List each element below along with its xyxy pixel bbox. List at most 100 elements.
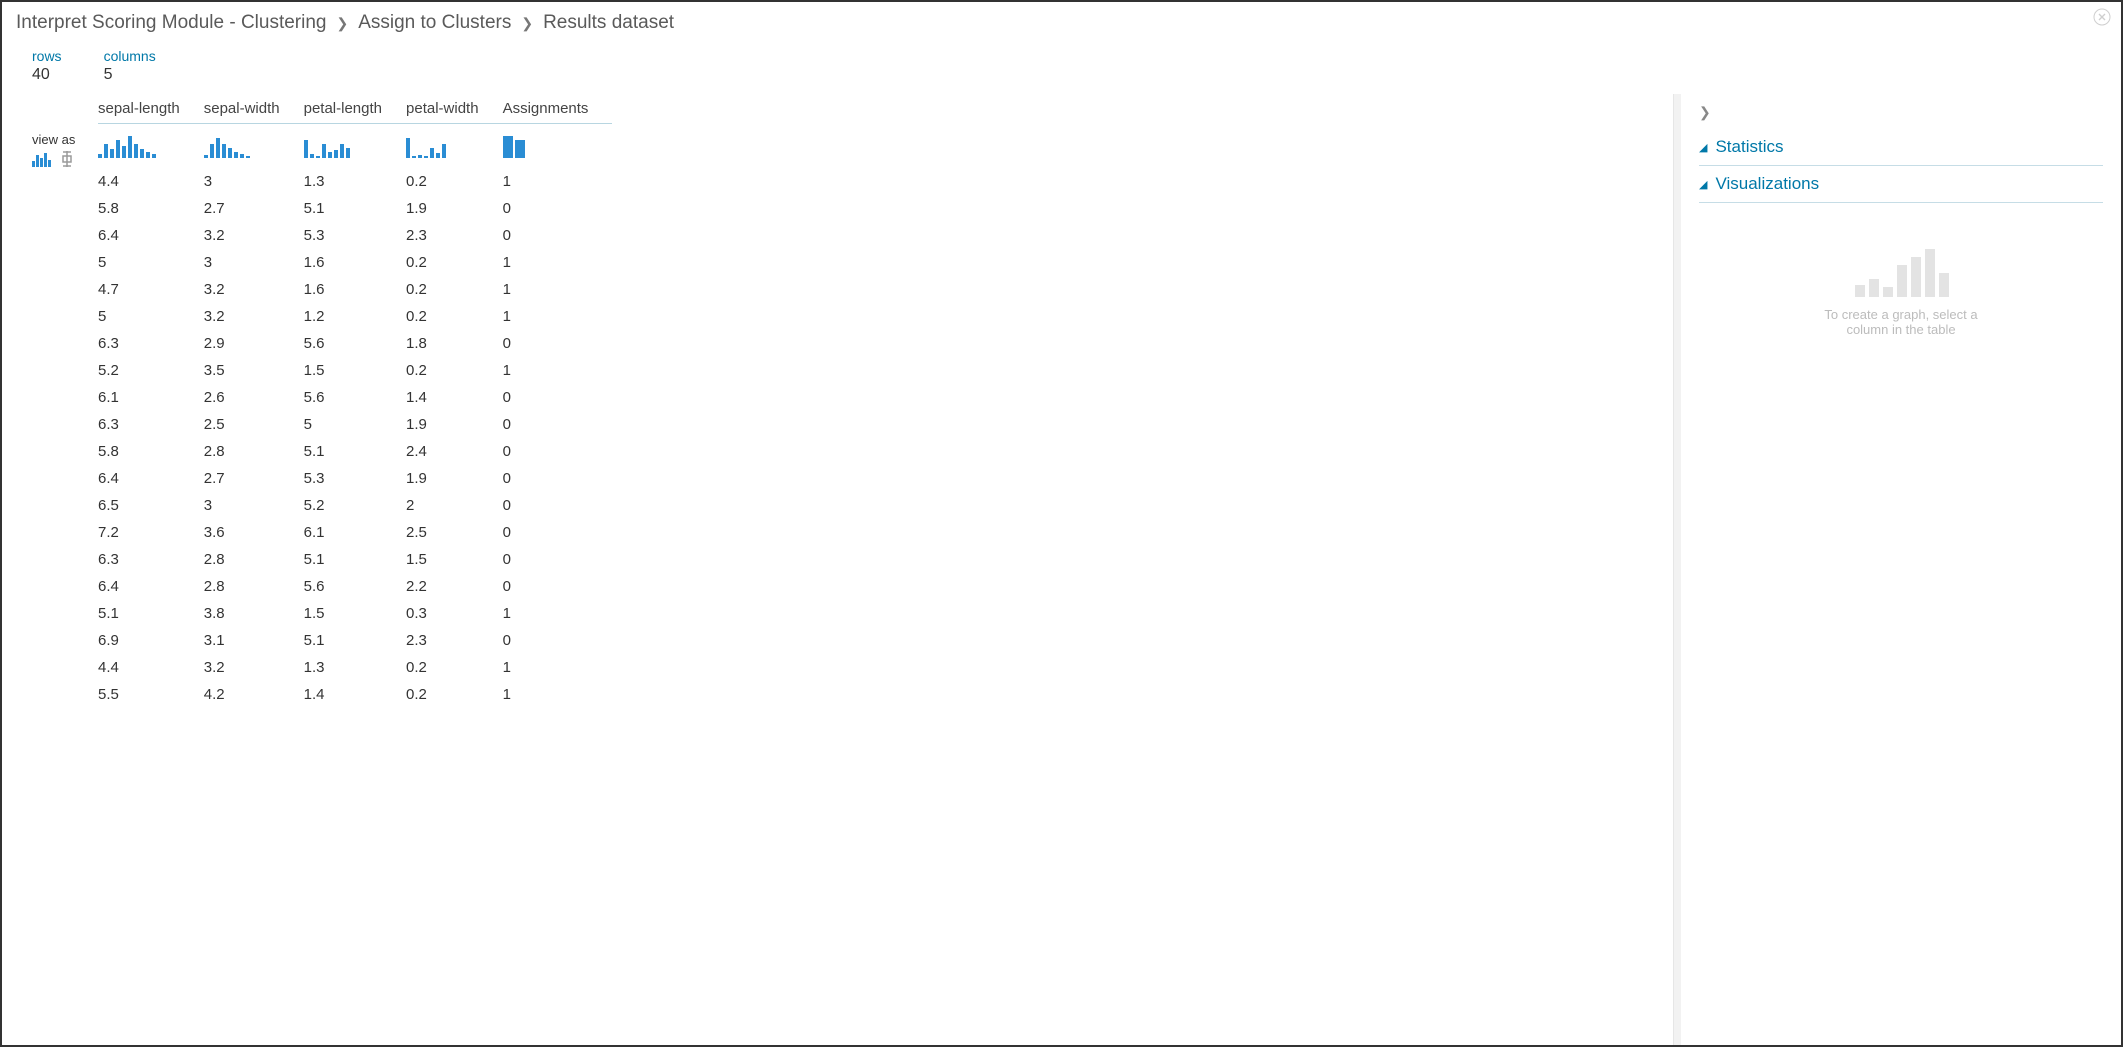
pane-divider[interactable] [1673, 94, 1681, 1045]
rows-value: 40 [32, 66, 62, 84]
column-sparkline[interactable] [503, 124, 613, 169]
table-cell: 1.4 [304, 681, 406, 708]
close-icon [2093, 8, 2111, 26]
breadcrumb-item[interactable]: Interpret Scoring Module - Clustering [16, 12, 326, 34]
table-cell: 5.1 [304, 546, 406, 573]
table-cell: 3.2 [204, 303, 304, 330]
table-row[interactable]: 5.23.51.50.21 [98, 357, 612, 384]
view-histogram-button[interactable] [32, 151, 54, 167]
table-cell: 3.6 [204, 519, 304, 546]
table-cell: 6.1 [98, 384, 204, 411]
column-header[interactable]: petal-length [304, 94, 406, 124]
table-cell: 5.6 [304, 573, 406, 600]
table-cell: 1 [503, 276, 613, 303]
table-cell: 0.2 [406, 357, 503, 384]
table-cell: 5.1 [98, 600, 204, 627]
table-row[interactable]: 6.42.85.62.20 [98, 573, 612, 600]
table-row[interactable]: 6.32.551.90 [98, 411, 612, 438]
table-cell: 1 [503, 600, 613, 627]
table-cell: 3.1 [204, 627, 304, 654]
table-cell: 4.2 [204, 681, 304, 708]
table-cell: 1.9 [406, 195, 503, 222]
table-row[interactable]: 531.60.21 [98, 249, 612, 276]
table-cell: 3.5 [204, 357, 304, 384]
table-row[interactable]: 5.82.85.12.40 [98, 438, 612, 465]
column-header[interactable]: sepal-width [204, 94, 304, 124]
data-table-scroll[interactable]: sepal-lengthsepal-widthpetal-lengthpetal… [98, 94, 1673, 1045]
table-cell: 2.3 [406, 222, 503, 249]
table-cell: 5.1 [304, 195, 406, 222]
dialog-frame: Interpret Scoring Module - Clustering ❯ … [0, 0, 2123, 1047]
table-row[interactable]: 6.42.75.31.90 [98, 465, 612, 492]
table-cell: 2.3 [406, 627, 503, 654]
visualization-placeholder: To create a graph, select a column in th… [1699, 243, 2103, 337]
table-row[interactable]: 5.13.81.50.31 [98, 600, 612, 627]
table-cell: 0.2 [406, 654, 503, 681]
table-row[interactable]: 4.73.21.60.21 [98, 276, 612, 303]
visualizations-section-header[interactable]: ◢ Visualizations [1699, 166, 2103, 203]
table-row[interactable]: 6.32.95.61.80 [98, 330, 612, 357]
table-cell: 5.6 [304, 384, 406, 411]
breadcrumb-item[interactable]: Assign to Clusters [358, 12, 511, 34]
expand-panel-button[interactable]: ❯ [1699, 102, 2103, 129]
table-row[interactable]: 6.12.65.61.40 [98, 384, 612, 411]
column-header[interactable]: Assignments [503, 94, 613, 124]
table-cell: 0 [503, 519, 613, 546]
table-cell: 1 [503, 357, 613, 384]
sparkline-row [98, 124, 612, 169]
table-cell: 1.3 [304, 168, 406, 195]
table-row[interactable]: 5.82.75.11.90 [98, 195, 612, 222]
table-cell: 1.9 [406, 465, 503, 492]
table-cell: 3 [204, 168, 304, 195]
statistics-label: Statistics [1715, 137, 1783, 157]
table-cell: 6.4 [98, 465, 204, 492]
table-cell: 5 [304, 411, 406, 438]
table-cell: 2.8 [204, 438, 304, 465]
table-row[interactable]: 6.43.25.32.30 [98, 222, 612, 249]
table-cell: 3.8 [204, 600, 304, 627]
table-cell: 0 [503, 330, 613, 357]
table-cell: 0 [503, 195, 613, 222]
table-cell: 0.2 [406, 303, 503, 330]
view-boxplot-button[interactable] [60, 151, 74, 167]
table-cell: 0 [503, 222, 613, 249]
table-cell: 1 [503, 249, 613, 276]
column-sparkline[interactable] [98, 124, 204, 169]
table-cell: 5.2 [98, 357, 204, 384]
table-row[interactable]: 53.21.20.21 [98, 303, 612, 330]
table-cell: 2.6 [204, 384, 304, 411]
column-sparkline[interactable] [406, 124, 503, 169]
table-cell: 2.4 [406, 438, 503, 465]
table-cell: 0 [503, 492, 613, 519]
column-sparkline[interactable] [304, 124, 406, 169]
table-row[interactable]: 7.23.66.12.50 [98, 519, 612, 546]
table-row[interactable]: 4.431.30.21 [98, 168, 612, 195]
close-button[interactable] [2091, 8, 2113, 30]
table-cell: 2.5 [204, 411, 304, 438]
table-cell: 2.7 [204, 465, 304, 492]
table-row[interactable]: 4.43.21.30.21 [98, 654, 612, 681]
table-cell: 0.2 [406, 681, 503, 708]
table-cell: 0.2 [406, 276, 503, 303]
table-cell: 5.1 [304, 627, 406, 654]
column-sparkline[interactable] [204, 124, 304, 169]
histogram-icon [32, 151, 54, 167]
table-header-row: sepal-lengthsepal-widthpetal-lengthpetal… [98, 94, 612, 124]
table-cell: 4.4 [98, 168, 204, 195]
table-cell: 5.8 [98, 195, 204, 222]
table-row[interactable]: 5.54.21.40.21 [98, 681, 612, 708]
table-cell: 5.8 [98, 438, 204, 465]
breadcrumb-item[interactable]: Results dataset [543, 12, 674, 34]
table-row[interactable]: 6.535.220 [98, 492, 612, 519]
table-cell: 5.3 [304, 465, 406, 492]
columns-label: columns [104, 48, 156, 64]
table-row[interactable]: 6.32.85.11.50 [98, 546, 612, 573]
chevron-right-icon: ❯ [1699, 104, 1711, 120]
column-header[interactable]: sepal-length [98, 94, 204, 124]
table-cell: 1 [503, 303, 613, 330]
right-panel: ❯ ◢ Statistics ◢ Visualizations [1681, 94, 2121, 1045]
column-header[interactable]: petal-width [406, 94, 503, 124]
statistics-section-header[interactable]: ◢ Statistics [1699, 129, 2103, 166]
table-cell: 6.1 [304, 519, 406, 546]
table-row[interactable]: 6.93.15.12.30 [98, 627, 612, 654]
